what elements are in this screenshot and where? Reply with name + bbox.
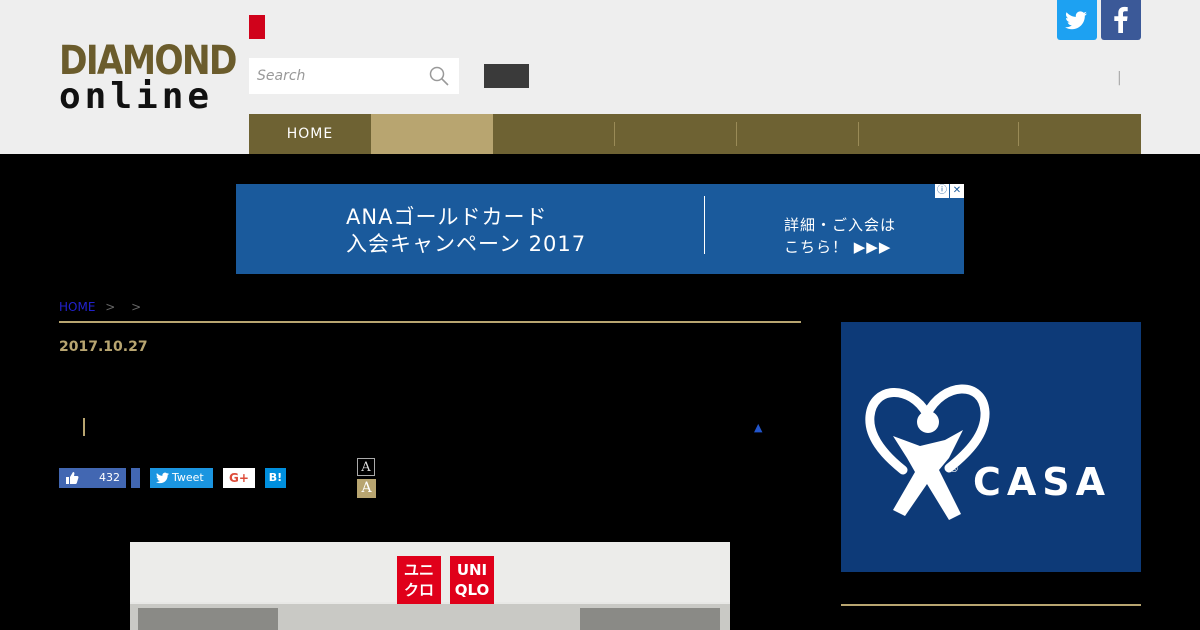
site-header: DIAMOND online | HOME [0,0,1200,154]
header-dark-button[interactable] [484,64,529,88]
tweet-button[interactable]: Tweet [150,468,213,488]
banner-cta: 詳細・ご入会は こちら！ ▶▶▶ [784,214,896,258]
like-count: 432 [99,471,120,484]
nav-item[interactable] [493,114,615,154]
collapse-toggle[interactable]: ▲ [754,421,762,434]
sidebar-ad[interactable]: ® CASA [841,322,1141,572]
registered-mark: ® [949,464,959,475]
breadcrumb: HOME > > [59,300,147,314]
facebook-share-button[interactable] [131,468,140,488]
font-size-small-button[interactable]: A [357,458,375,476]
article-photo: ユニクロ UNI QLO [130,542,730,630]
ad-banner[interactable]: ANAゴールドカード 入会キャンペーン 2017 詳細・ご入会は こちら！ ▶▶… [236,184,964,274]
banner-headline: ANAゴールドカード 入会キャンペーン 2017 [346,204,586,258]
twitter-icon [156,472,169,484]
ad-choices-badge[interactable]: ⓘ ✕ [934,184,964,198]
facebook-follow-button[interactable] [1101,0,1141,40]
banner-line1: ANAゴールドカード [346,205,548,229]
thumbs-up-icon [66,472,79,484]
breadcrumb-separator: > [105,300,116,314]
main-nav: HOME [249,114,1141,154]
search-box [249,58,459,94]
banner-divider [704,196,705,254]
sidebar-divider [841,604,1141,606]
casa-brand-text: CASA [973,460,1112,504]
breadcrumb-separator: > [131,300,142,314]
search-input[interactable] [249,58,427,94]
logo-line2: online [59,76,214,117]
banner-line2: 入会キャンペーン 2017 [346,232,587,256]
photo-window [138,608,278,630]
nav-item[interactable] [1019,114,1141,154]
banner-cta-line1: 詳細・ご入会は [784,216,897,234]
nav-item-label: HOME [286,126,334,142]
search-icon[interactable] [429,66,449,86]
nav-item[interactable] [615,114,737,154]
uniqlo-sign-latin: UNI QLO [450,556,494,606]
casa-heart-logo-icon [865,384,990,520]
twitter-follow-button[interactable] [1057,0,1097,40]
ad-info-icon[interactable]: ⓘ [935,184,949,198]
hatena-bookmark-button[interactable]: B! [265,468,286,488]
nav-item-active[interactable] [371,114,493,154]
uniqlo-sign-katakana: ユニクロ [397,556,441,606]
ad-close-icon[interactable]: ✕ [950,184,964,198]
content-divider [59,321,801,323]
banner-cta-line2: こちら！ ▶▶▶ [784,238,892,256]
nav-item[interactable] [859,114,1019,154]
breadcrumb-home-link[interactable]: HOME [59,300,95,314]
photo-window [580,608,720,630]
article-date: 2017.10.27 [59,339,148,355]
nav-item-home[interactable]: HOME [249,114,371,154]
twitter-icon [1065,11,1087,30]
tweet-label: Tweet [172,471,204,484]
google-plus-button[interactable]: G+ [223,468,255,488]
font-size-large-button[interactable]: A [357,479,376,498]
title-accent-bar [83,418,85,436]
red-accent-mark [249,15,265,39]
site-logo[interactable]: DIAMOND online [59,40,237,117]
header-separator: | [1117,70,1122,86]
nav-item[interactable] [737,114,859,154]
facebook-icon [1114,6,1128,34]
facebook-like-button[interactable]: 432 [59,468,126,488]
